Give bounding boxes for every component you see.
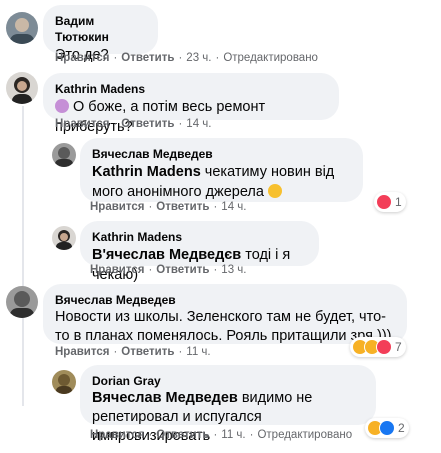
comment-time[interactable]: 14 ч. [221,201,246,213]
avatar-vyacheslav[interactable] [6,286,38,318]
comment-time[interactable]: 13 ч. [221,264,246,276]
reaction-summary[interactable]: 2 [365,418,409,438]
comment-bubble: Kathrin Madens О боже, а потім весь ремо… [43,73,339,135]
avatar-vyacheslav[interactable] [52,143,76,167]
avatar-dorian[interactable] [52,370,76,394]
avatar-kathrin[interactable] [52,226,76,250]
mention-link[interactable]: В'ячеслав Медведєв [92,247,241,263]
comment-actions: Нравится · Ответить · 23 ч. · Отредактировано [55,52,318,64]
like-link[interactable]: Нравится [55,118,109,130]
comment-author[interactable]: Вадим Тютюкин [55,13,146,45]
reaction-summary[interactable]: 1 [374,192,406,212]
reply-link[interactable]: Ответить [121,346,174,358]
comment-text: Новости из школы. Зеленского там не буде… [55,309,392,344]
person-photo-icon [55,147,73,167]
person-photo-icon [56,230,72,250]
reaction-count: 7 [395,340,402,354]
reply-link[interactable]: Ответить [121,118,174,130]
person-photo-icon [56,374,72,394]
comment-bubble: Kathrin Madens В'ячеслав Медведєв тоді і… [80,221,319,283]
like-link[interactable]: Нравится [55,346,109,358]
avatar-kathrin[interactable] [6,72,38,104]
like-link[interactable]: Нравится [90,201,144,213]
comment-time[interactable]: 14 ч. [186,118,211,130]
reply-link[interactable]: Ответить [156,201,209,213]
comment-actions: Нравится · Ответить · 11 ч. · Отредактировано [90,429,353,441]
comment-actions: Нравится · Ответить · 14 ч. [55,118,212,130]
edited-label[interactable]: Отредактировано [257,429,352,441]
comment-author[interactable]: Kathrin Madens [92,229,307,245]
reaction-summary[interactable]: 7 [350,337,406,357]
person-photo-icon [10,291,34,318]
like-reaction-icon [379,420,395,436]
like-link[interactable]: Нравится [90,429,144,441]
comment-text: О боже, а потім весь ремонт приберуть? [55,99,266,135]
mention-link[interactable]: Kathrin Madens [92,164,201,180]
comment-author[interactable]: Dorian Gray [92,373,364,389]
comment-actions: Нравится · Ответить · 13 ч. [90,264,247,276]
reply-link[interactable]: Ответить [121,52,174,64]
person-photo-icon [12,77,32,104]
comment-time[interactable]: 23 ч. [186,52,211,64]
comment-bubble: Dorian Gray Вячеслав Медведев видимо не … [80,365,376,444]
edited-label[interactable]: Отредактировано [223,52,318,64]
comment-time[interactable]: 11 ч. [221,429,245,441]
comment-author[interactable]: Вячеслав Медведев [55,292,395,308]
comment-author[interactable]: Kathrin Madens [55,81,327,97]
comment-bubble: Вадим Тютюкин Это де? [43,5,158,63]
reply-link[interactable]: Ответить [156,429,209,441]
reaction-count: 1 [395,195,402,209]
comment-bubble: Вячеслав Медведев Новости из школы. Зеле… [43,284,407,344]
avatar-vadim[interactable] [6,12,38,44]
person-photo-icon [10,18,34,44]
comment-author[interactable]: Вячеслав Медведев [92,146,351,162]
smile-icon [268,184,282,198]
comment-actions: Нравится · Ответить · 14 ч. [90,201,247,213]
like-link[interactable]: Нравится [90,264,144,276]
like-link[interactable]: Нравится [55,52,109,64]
comment-time[interactable]: 11 ч. [186,346,210,358]
woman-icon [55,99,69,113]
comment-bubble: Вячеслав Медведев Kathrin Madens чекатим… [80,138,363,202]
reaction-count: 2 [398,421,405,435]
love-reaction-icon [376,339,392,355]
reply-link[interactable]: Ответить [156,264,209,276]
comment-text: Kathrin Madens чекатиму новин від мого а… [92,164,335,200]
mention-link[interactable]: Вячеслав Медведев [92,390,238,406]
love-reaction-icon [376,194,392,210]
thread-line [22,106,24,406]
comment-actions: Нравится · Ответить · 11 ч. [55,346,211,358]
